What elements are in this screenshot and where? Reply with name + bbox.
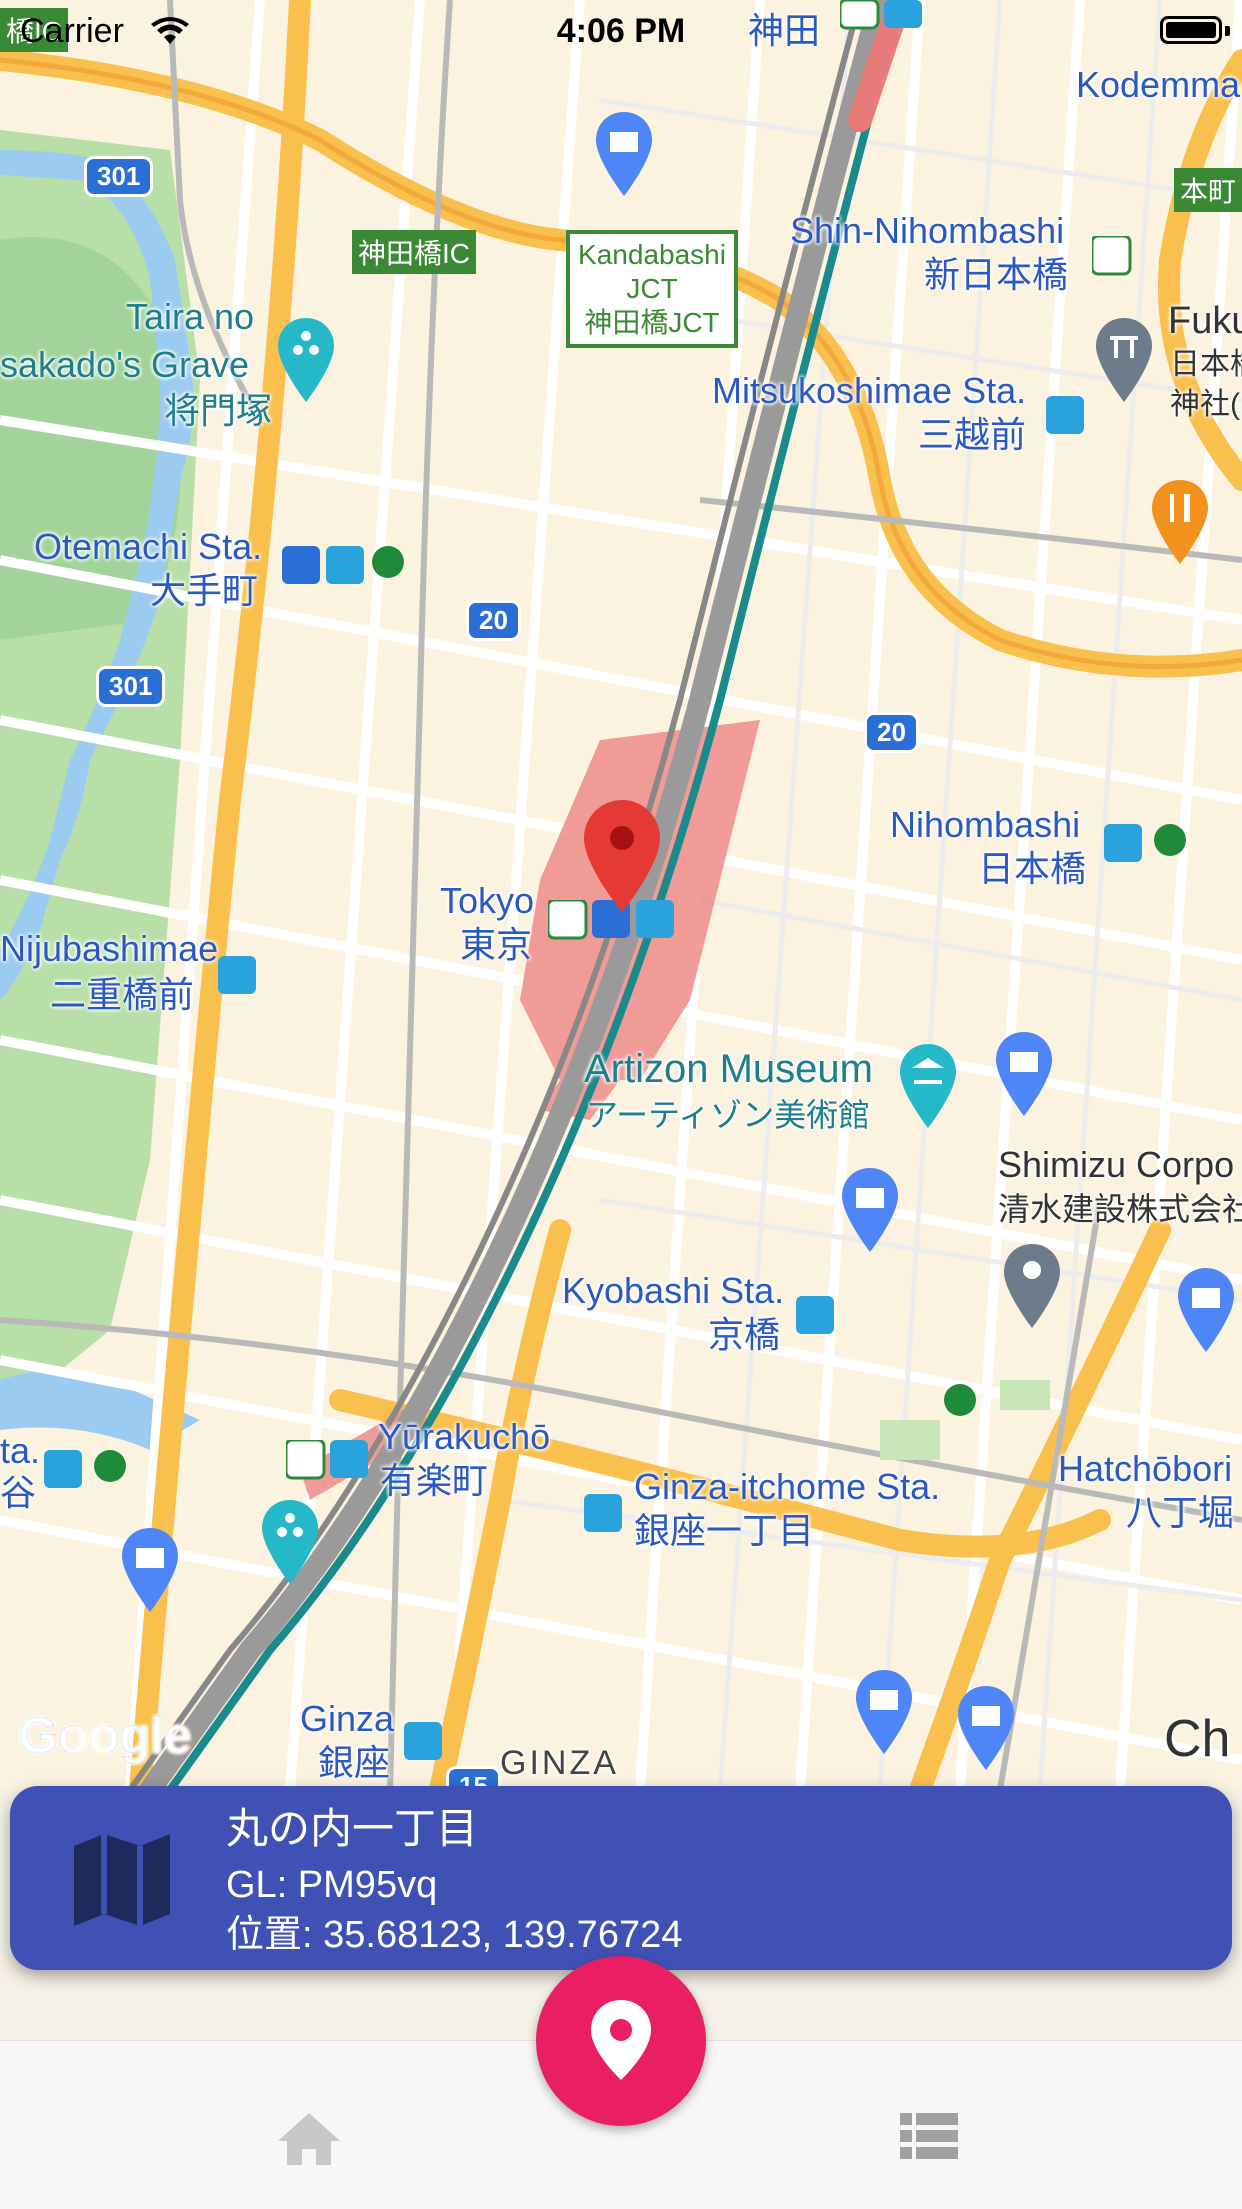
status-time: 4:06 PM [556,12,686,50]
shrine-pin-icon[interactable] [1096,318,1152,402]
location-fab-button[interactable] [536,1956,706,2126]
map-label-yurakucho-en: Yūrakuchō [378,1416,551,1457]
station-badges-nihombashi [1104,824,1186,862]
landmark-pin-icon[interactable] [278,318,334,402]
building-pin-icon[interactable] [1004,1244,1060,1328]
map-label-hatchobori-jp: 八丁堀 [1126,1492,1235,1533]
route-shield-20-left: 20 [466,600,521,641]
map-label-nihombashi-en: Nihombashi [890,804,1081,845]
map-label-ginza-jp: 銀座 [318,1742,391,1783]
shopping-pin-icon-7[interactable] [958,1686,1014,1770]
map-label-shin-nihombashi-jp: 新日本橋 [924,254,1069,295]
map-label-hatchobori-en: Hatchōbori [1058,1448,1233,1489]
shopping-pin-icon-2[interactable] [996,1032,1052,1116]
map-label-fuku-jp1: 日本橋 [1170,348,1242,381]
map-label-ginza-en: Ginza [300,1698,395,1739]
map-label-tokyo-en: Tokyo [440,880,535,921]
map-label-artizon-en: Artizon Museum [584,1047,873,1091]
station-badges-left [44,1450,126,1488]
location-info-card[interactable]: 丸の内一丁目 GL: PM95vq 位置: 35.68123, 139.7672… [10,1786,1232,1970]
map-label-fuku-en: Fuku [1168,300,1242,342]
battery-tip [1225,26,1230,36]
google-attribution-logo: Google [18,1706,192,1766]
map-label-nijubashimae-en: Nijubashimae [0,928,219,969]
restaurant-pin-icon[interactable] [1152,480,1208,564]
station-badge-mitsukoshimae [1046,396,1084,434]
map-label-nijubashimae-jp: 二重橋前 [50,974,195,1015]
home-icon[interactable] [276,2111,342,2167]
map-label-kandabashi-ic: 神田橋IC [352,230,477,274]
shopping-pin-icon-4[interactable] [1178,1268,1234,1352]
map-label-ta: ta. [0,1430,41,1471]
location-pin-icon [591,2000,651,2080]
map-label-ginza-district: GINZA [500,1744,619,1782]
map-label-taira-jp: 将門塚 [164,390,273,431]
station-badge-kyobashi [796,1296,834,1334]
battery-icon [1160,16,1222,44]
jct-line-3: 神田橋JCT [584,307,720,338]
station-badges-otemachi [282,546,404,584]
map-label-otemachi-en: Otemachi Sta. [34,526,263,567]
coordinates-text: 位置: 35.68123, 139.76724 [226,1914,683,1956]
map-icon [74,1834,170,1926]
landmark-pin-icon-2[interactable] [262,1500,318,1584]
shopping-pin-icon-6[interactable] [856,1670,912,1754]
route-shield-301-top: 301 [84,156,154,197]
map-label-taira-en1: Taira no [126,296,255,337]
map-label-taira-en2: sakado's Grave [0,344,249,385]
map-label-nihombashi-jp: 日本橋 [978,848,1087,889]
shopping-pin-icon[interactable] [596,112,652,196]
map-label-honcho: 本町 [1174,168,1242,212]
map-label-shimizu-en: Shimizu Corpo [998,1144,1235,1185]
selected-location-pin-icon[interactable] [584,800,660,912]
location-title: 丸の内一丁目 [226,1805,479,1852]
map-label-chu: Ch [1164,1710,1231,1768]
map-label-shin-nihombashi-en: Shin-Nihombashi [790,210,1065,251]
map-label-kodemma: Kodemma [1076,64,1241,105]
map-label-kandabashi-jct: Kandabashi JCT 神田橋JCT [566,230,738,348]
jct-line-1: Kandabashi [578,239,726,270]
station-badge-ginza [404,1722,442,1760]
station-badge-nijubashimae [218,956,256,994]
map-label-otemachi-jp: 大手町 [150,570,259,611]
map-label-tani: 谷 [0,1472,37,1513]
map-label-ginza-itchome-en: Ginza-itchome Sta. [634,1466,941,1507]
map-label-mitsukoshimae-en: Mitsukoshimae Sta. [712,370,1027,411]
map-label-mitsukoshimae-jp: 三越前 [918,414,1027,455]
museum-pin-icon[interactable] [900,1044,956,1128]
status-bar: Carrier 4:06 PM [0,0,1242,60]
station-badge-ginza-itchome [584,1494,622,1532]
map-label-shimizu-jp: 清水建設株式会社 [998,1191,1242,1227]
map-label-tokyo-jp: 東京 [460,924,533,965]
route-shield-301-middle: 301 [96,666,166,707]
map-label-fuku-jp2: 神社( [1170,388,1240,421]
map-label-yurakucho-jp: 有楽町 [380,1460,489,1501]
grid-locator-text: GL: PM95vq [226,1864,438,1906]
station-badge-shin-nihombashi [1092,236,1132,276]
park-marker-icon [944,1384,976,1416]
jct-line-2: JCT [626,273,678,304]
station-badges-yurakucho [286,1440,368,1480]
map-view[interactable]: 神田 Kodemma 本町 Shin-Nihombashi 新日本橋 Fuku … [0,0,1242,1790]
map-label-artizon-jp: アーティゾン美術館 [586,1097,871,1133]
map-label-ginza-itchome-jp: 銀座一丁目 [634,1510,815,1551]
google-attribution-text: Google [18,1707,192,1765]
shopping-pin-icon-3[interactable] [842,1168,898,1252]
shopping-pin-icon-5[interactable] [122,1528,178,1612]
map-label-kyobashi-en: Kyobashi Sta. [562,1270,785,1311]
map-label-kyobashi-jp: 京橋 [708,1314,781,1355]
route-shield-20-right: 20 [864,712,919,753]
list-icon[interactable] [900,2113,958,2159]
